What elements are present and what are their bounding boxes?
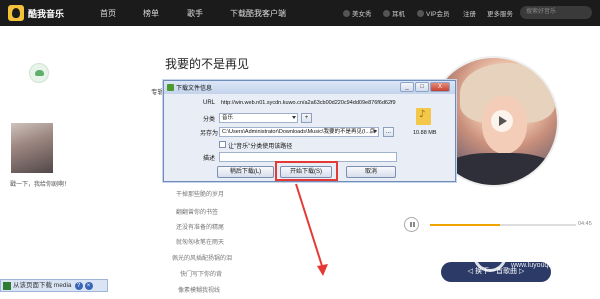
pointer-arrow xyxy=(295,183,328,276)
